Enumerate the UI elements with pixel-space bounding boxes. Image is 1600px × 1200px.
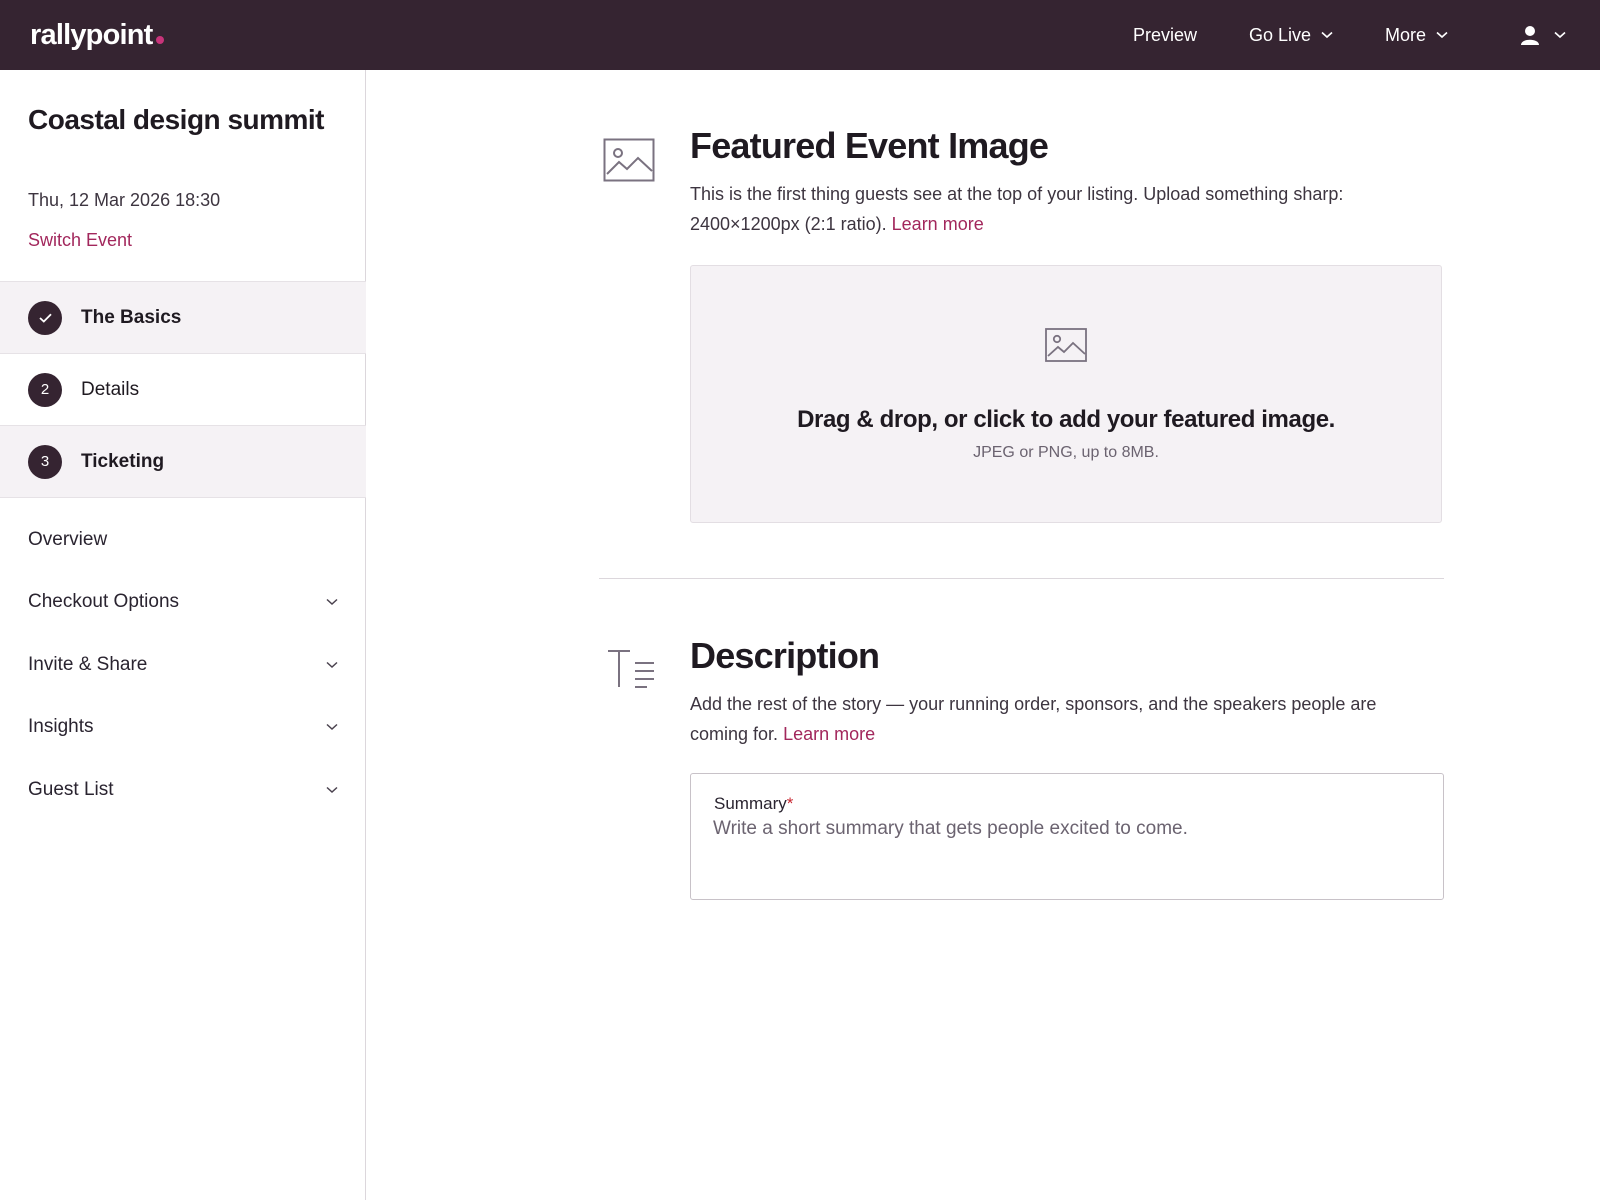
summary-label: Summary* [714,794,793,814]
summary-field[interactable]: Summary* [690,773,1444,900]
featured-image-description: This is the first thing guests see at th… [690,179,1410,239]
step-ticketing[interactable]: 3 Ticketing [0,425,366,497]
top-navigation-bar: rallypoint Preview Go Live More [0,0,1600,70]
description-section-text: Add the rest of the story — your running… [690,689,1410,749]
image-icon [603,138,655,182]
description-title: Description [690,635,880,676]
dropzone-subtitle: JPEG or PNG, up to 8MB. [973,444,1159,461]
summary-input[interactable] [713,818,1413,840]
check-icon [28,300,62,335]
preview-button[interactable]: Preview [1133,0,1197,70]
image-icon [1045,328,1087,362]
rallypoint-logo[interactable]: rallypoint [30,18,164,52]
steps-divider [0,497,366,498]
menu-label: Checkout Options [28,591,180,612]
menu-label: Overview [28,529,108,550]
featured-image-title: Featured Event Image [690,125,1049,166]
step-label: The Basics [81,306,182,328]
event-title: Coastal design summit [28,104,325,135]
summary-label-text: Summary [714,794,787,813]
chevron-down-icon [326,598,338,606]
logo-dot [155,36,164,44]
sidebar-item-overview[interactable]: Overview [28,529,338,551]
chevron-down-icon [326,786,338,794]
go-live-label: Go Live [1249,24,1312,45]
sidebar-item-checkout-options[interactable]: Checkout Options [28,591,338,613]
user-account-menu[interactable] [1510,0,1566,70]
chevron-down-icon [1436,31,1448,39]
description-text: This is the first thing guests see at th… [690,184,1344,234]
logo-text: rallypoint [30,19,153,51]
chevron-down-icon [1321,31,1333,39]
more-label: More [1385,24,1427,45]
step-label: Details [81,378,140,400]
step-label: Ticketing [81,450,165,472]
menu-label: Insights [28,716,94,737]
sidebar-item-insights[interactable]: Insights [28,716,338,738]
step-details[interactable]: 2 Details [0,353,366,425]
sidebar-item-guest-list[interactable]: Guest List [28,779,338,801]
go-live-menu[interactable]: Go Live [1249,0,1333,70]
switch-event-link[interactable]: Switch Event [28,230,132,251]
learn-more-link[interactable]: Learn more [892,214,984,234]
preview-label: Preview [1133,24,1198,45]
chevron-down-icon [326,661,338,669]
sidebar: Coastal design summit Thu, 12 Mar 2026 1… [0,70,366,1200]
section-divider [599,578,1444,579]
more-menu[interactable]: More [1385,0,1448,70]
sidebar-item-invite-share[interactable]: Invite & Share [28,654,338,676]
menu-label: Invite & Share [28,654,148,675]
menu-label: Guest List [28,779,114,800]
learn-more-link[interactable]: Learn more [783,724,875,744]
chevron-down-icon [1554,31,1566,39]
chevron-down-icon [326,723,338,731]
event-date: Thu, 12 Mar 2026 18:30 [28,190,221,210]
featured-image-dropzone[interactable]: Drag & drop, or click to add your featur… [690,265,1442,523]
text-format-icon [608,650,654,688]
dropzone-title: Drag & drop, or click to add your featur… [797,406,1335,433]
required-marker: * [786,794,794,813]
user-icon [1521,26,1539,45]
step-number-badge: 2 [28,372,62,407]
step-the-basics[interactable]: The Basics [0,281,366,353]
step-number-badge: 3 [28,444,62,479]
